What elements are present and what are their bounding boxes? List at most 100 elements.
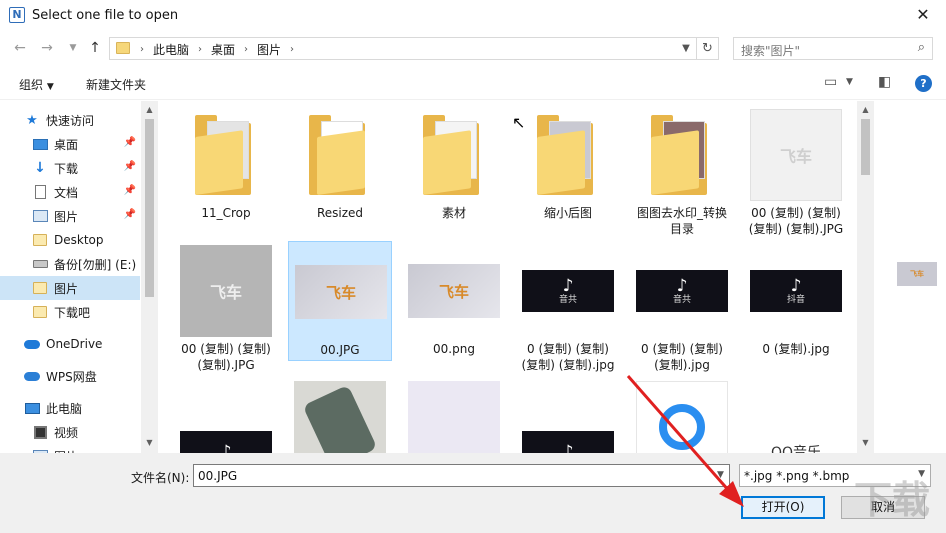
pin-icon[interactable]: 📌 — [124, 161, 136, 172]
file-item-image[interactable]: 飞车 00 (复制) (复制) (复制) (复制).JPG — [744, 105, 848, 236]
sidebar-item-label: 备份[勿删] (E:) — [54, 257, 137, 272]
file-list-scroll-thumb[interactable] — [861, 119, 870, 175]
scroll-down-icon[interactable]: ▼ — [141, 434, 158, 451]
file-item-image[interactable] — [630, 377, 734, 453]
image-thumbnail: 飞车 — [180, 245, 272, 337]
sidebar-item-onedrive[interactable]: OneDrive — [0, 332, 140, 356]
sidebar-item-pictures-pc[interactable]: 图片 — [0, 444, 140, 453]
pictures-icon — [32, 209, 48, 223]
window-title: Select one file to open — [32, 8, 179, 23]
file-item-image[interactable]: ♪ 音共 0 (复制) (复制) (复制).jpg — [630, 241, 734, 372]
folder-icon — [32, 305, 48, 319]
sidebar-item-label: WPS网盘 — [46, 369, 97, 384]
sidebar-item-desktop-folder[interactable]: Desktop — [0, 228, 140, 252]
new-folder-button[interactable]: 新建文件夹 — [86, 76, 146, 93]
chevron-right-icon: › — [198, 44, 203, 55]
file-item-image[interactable]: QQ音乐 — [744, 377, 848, 453]
drive-icon — [32, 257, 48, 271]
preview-pane-icon[interactable]: ◧ — [878, 74, 891, 90]
file-item-folder[interactable]: 素材 — [402, 105, 506, 225]
sidebar-item-wps[interactable]: WPS网盘 — [0, 364, 140, 388]
image-thumbnail: ♪ — [180, 381, 272, 453]
file-list-scrollbar[interactable]: ▲ ▼ — [857, 101, 874, 453]
file-item-image[interactable]: 飞车 00.png — [402, 241, 506, 361]
document-icon — [32, 185, 48, 199]
scroll-down-icon[interactable]: ▼ — [857, 434, 874, 451]
file-name: 00 (复制) (复制) (复制).JPG — [181, 342, 271, 372]
breadcrumb-item-desktop[interactable]: 桌面 — [211, 41, 235, 58]
help-icon[interactable]: ? — [915, 75, 932, 92]
folder-icon — [636, 109, 728, 201]
file-item-image[interactable]: ♪ 抖音 0 (复制).jpg — [744, 241, 848, 361]
sidebar-item-label: 下载吧 — [54, 305, 91, 320]
image-thumbnail — [636, 381, 728, 453]
toolbar: 组织 ▼ 新建文件夹 ▭ ▼ ◧ ? — [0, 68, 946, 100]
star-icon: ★ — [26, 112, 38, 128]
file-item-image[interactable]: ♪ 音共 0 (复制) (复制) (复制) (复制).jpg — [516, 241, 620, 372]
sidebar-item-label: OneDrive — [46, 337, 103, 351]
sidebar-item-label: 快速访问 — [46, 113, 95, 128]
address-bar[interactable]: › 此电脑 › 桌面 › 图片 › ▼ ↻ — [109, 37, 719, 60]
refresh-icon[interactable]: ↻ — [696, 38, 718, 59]
filename-input[interactable] — [193, 464, 730, 487]
sidebar-scroll-thumb[interactable] — [145, 119, 154, 297]
sidebar-item-label: 文档 — [54, 185, 79, 200]
folder-icon — [408, 109, 500, 201]
forward-arrow-icon[interactable]: → — [38, 38, 56, 58]
breadcrumb-item-pictures[interactable]: 图片 — [257, 41, 281, 58]
sidebar-item-this-pc[interactable]: 此电脑 — [0, 396, 140, 420]
search-input[interactable]: 搜索"图片" ⌕ — [733, 37, 933, 60]
filename-dropdown-icon[interactable]: ▼ — [712, 465, 729, 486]
pin-icon[interactable]: 📌 — [124, 185, 136, 196]
download-icon: ↓ — [34, 160, 46, 176]
address-dropdown-icon[interactable]: ▼ — [678, 40, 694, 58]
file-item-folder[interactable]: Resized — [288, 105, 392, 225]
file-name: 0 (复制) (复制) (复制).jpg — [641, 342, 723, 372]
scroll-up-icon[interactable]: ▲ — [857, 101, 874, 118]
file-item-image[interactable] — [288, 377, 392, 453]
sidebar-item-desktop[interactable]: 桌面 📌 — [0, 132, 140, 156]
scroll-up-icon[interactable]: ▲ — [141, 101, 158, 118]
file-item-image[interactable]: ♪ — [516, 377, 620, 453]
file-item-folder[interactable]: 11_Crop — [174, 105, 278, 225]
back-arrow-icon[interactable]: ← — [11, 38, 29, 58]
sidebar-scrollbar[interactable]: ▲ ▼ — [141, 101, 158, 453]
file-item-image-selected[interactable]: 飞车 00.JPG — [288, 241, 392, 361]
file-item-folder[interactable]: 图图去水印_转换目录 — [630, 105, 734, 236]
sidebar-item-pictures[interactable]: 图片 📌 — [0, 204, 140, 228]
chevron-right-icon: › — [140, 44, 144, 55]
sidebar-item-quick-access[interactable]: ★ 快速访问 — [24, 108, 158, 132]
chevron-right-icon: › — [290, 44, 295, 55]
pin-icon[interactable]: 📌 — [124, 137, 136, 148]
open-button[interactable]: 打开(O) — [741, 496, 825, 519]
computer-icon — [24, 401, 40, 415]
sidebar-item-documents[interactable]: 文档 📌 — [0, 180, 140, 204]
view-options-icon[interactable]: ▭ — [824, 74, 837, 90]
file-item-image[interactable]: ♪ — [174, 377, 278, 453]
file-item-image[interactable] — [402, 377, 506, 453]
up-arrow-icon[interactable]: ↑ — [86, 38, 104, 58]
recent-locations-chevron-icon[interactable]: ▼ — [64, 38, 82, 58]
pin-icon[interactable]: 📌 — [124, 209, 136, 220]
sidebar-item-downloads[interactable]: ↓ 下载 📌 — [0, 156, 140, 180]
organize-menu[interactable]: 组织 ▼ — [19, 76, 54, 93]
sidebar-item-pictures-folder[interactable]: 图片 — [0, 276, 140, 300]
folder-icon — [116, 42, 130, 54]
image-thumbnail: 飞车 — [295, 246, 387, 338]
chevron-right-icon: › — [244, 44, 249, 55]
file-item-folder[interactable]: 缩小后图 — [516, 105, 620, 225]
watermark: 下载 — [853, 478, 930, 522]
sidebar-item-videos[interactable]: 视频 — [0, 420, 140, 444]
image-thumbnail: ♪ 音共 — [636, 245, 728, 337]
close-button[interactable]: ✕ — [900, 0, 946, 32]
sidebar-item-xiazaiba[interactable]: 下载吧 — [0, 300, 140, 324]
folder-icon — [32, 233, 48, 247]
desktop-icon — [32, 137, 48, 151]
file-item-image[interactable]: 飞车 00 (复制) (复制) (复制).JPG — [174, 241, 278, 372]
breadcrumb-item-this-pc[interactable]: 此电脑 — [153, 41, 189, 58]
folder-icon — [180, 109, 272, 201]
sidebar-item-label: 此电脑 — [46, 401, 83, 416]
view-dropdown-icon[interactable]: ▼ — [846, 77, 853, 87]
sidebar-item-label: 图片 — [54, 281, 79, 296]
sidebar-item-drive-e[interactable]: 备份[勿删] (E:) — [0, 252, 140, 276]
